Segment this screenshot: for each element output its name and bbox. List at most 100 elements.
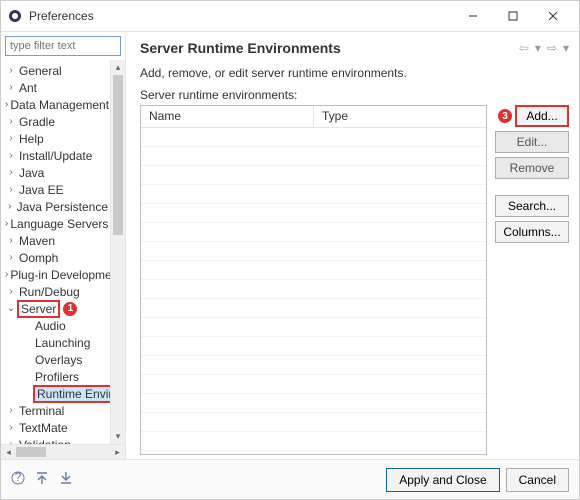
tree-item[interactable]: ›Run/Debug: [1, 283, 110, 300]
chevron-right-icon[interactable]: ›: [5, 65, 17, 76]
preferences-window: Preferences ›General›Ant›Data Management…: [0, 0, 580, 500]
export-icon[interactable]: [59, 471, 73, 488]
tree-item[interactable]: ›Java EE: [1, 181, 110, 198]
minimize-button[interactable]: [453, 2, 493, 30]
cancel-button[interactable]: Cancel: [506, 468, 569, 492]
tree-item[interactable]: ›Validation: [1, 436, 110, 444]
tree-child-item[interactable]: Runtime Envir2: [1, 385, 110, 402]
scroll-left-icon[interactable]: ◂: [1, 447, 16, 458]
tree-child-item[interactable]: Overlays: [1, 351, 110, 368]
chevron-right-icon[interactable]: ›: [5, 82, 17, 93]
tree-item[interactable]: ›Plug-in Development: [1, 266, 110, 283]
column-type[interactable]: Type: [314, 106, 486, 127]
tree-item-label: Runtime Envir: [33, 385, 110, 403]
tree-item[interactable]: ›Oomph: [1, 249, 110, 266]
close-button[interactable]: [533, 2, 573, 30]
chevron-right-icon[interactable]: ›: [5, 235, 17, 246]
sidebar: ›General›Ant›Data Management›Gradle›Help…: [1, 32, 126, 459]
chevron-right-icon[interactable]: ›: [5, 167, 17, 178]
tree-item-label: Java: [17, 166, 46, 180]
columns-button[interactable]: Columns...: [495, 221, 569, 243]
toolbar-menu-icon[interactable]: ▾: [563, 41, 569, 55]
tree-item-label: Language Servers: [8, 217, 110, 231]
tree-item-label: Gradle: [17, 115, 57, 129]
list-label: Server runtime environments:: [140, 88, 569, 102]
remove-button: Remove: [495, 157, 569, 179]
chevron-right-icon[interactable]: ›: [5, 286, 17, 297]
tree-item[interactable]: ⌄Server1: [1, 300, 110, 317]
tree-horizontal-scrollbar[interactable]: ◂ ▸: [1, 444, 125, 459]
tree-item[interactable]: ›General: [1, 62, 110, 79]
search-button[interactable]: Search...: [495, 195, 569, 217]
tree-item-label: TextMate: [17, 421, 70, 435]
page-description: Add, remove, or edit server runtime envi…: [140, 66, 569, 80]
forward-icon[interactable]: ⇨: [547, 41, 557, 55]
tree-item-label: Java EE: [17, 183, 66, 197]
tree-item-label: General: [17, 64, 64, 78]
tree-item[interactable]: ›Java Persistence: [1, 198, 110, 215]
tree-child-item[interactable]: Launching: [1, 334, 110, 351]
svg-text:?: ?: [15, 471, 22, 484]
tree-item-label: Overlays: [33, 353, 84, 367]
scroll-down-icon[interactable]: ▾: [111, 429, 125, 444]
tree-item-label: Plug-in Development: [8, 268, 110, 282]
tree-item-label: Run/Debug: [17, 285, 82, 299]
tree-item-label: Ant: [17, 81, 39, 95]
preferences-tree[interactable]: ›General›Ant›Data Management›Gradle›Help…: [1, 60, 110, 444]
page-toolbar: ⇦ ▾ ⇨ ▾: [519, 41, 569, 55]
column-name[interactable]: Name: [141, 106, 314, 127]
chevron-right-icon[interactable]: ›: [5, 201, 15, 212]
chevron-right-icon[interactable]: ›: [5, 405, 17, 416]
apply-and-close-button[interactable]: Apply and Close: [386, 468, 499, 492]
tree-vertical-scrollbar[interactable]: ▴ ▾: [110, 60, 125, 444]
back-icon[interactable]: ⇦: [519, 41, 529, 55]
tree-item[interactable]: ›Terminal: [1, 402, 110, 419]
tree-item[interactable]: ›Java: [1, 164, 110, 181]
tree-item[interactable]: ›TextMate: [1, 419, 110, 436]
history-menu-icon[interactable]: ▾: [535, 41, 541, 55]
import-icon[interactable]: [35, 471, 49, 488]
table-header: Name Type: [141, 106, 486, 128]
chevron-right-icon[interactable]: ›: [5, 184, 17, 195]
window-title: Preferences: [29, 9, 453, 23]
filter-box: [5, 36, 121, 56]
tree-child-item[interactable]: Profilers: [1, 368, 110, 385]
main-panel: Server Runtime Environments ⇦ ▾ ⇨ ▾ Add,…: [126, 32, 579, 459]
tree-item[interactable]: ›Help: [1, 130, 110, 147]
tree-item[interactable]: ›Ant: [1, 79, 110, 96]
tree-child-item[interactable]: Audio: [1, 317, 110, 334]
chevron-down-icon[interactable]: ⌄: [5, 303, 17, 314]
edit-button: Edit...: [495, 131, 569, 153]
chevron-right-icon[interactable]: ›: [5, 133, 17, 144]
dialog-body: ›General›Ant›Data Management›Gradle›Help…: [1, 31, 579, 459]
tree-item[interactable]: ›Install/Update: [1, 147, 110, 164]
tree-item[interactable]: ›Gradle: [1, 113, 110, 130]
tree-item-label: Server: [17, 300, 60, 318]
help-icon[interactable]: ?: [11, 471, 25, 488]
chevron-right-icon[interactable]: ›: [5, 252, 17, 263]
tree-item-label: Java Persistence: [15, 200, 110, 214]
chevron-right-icon[interactable]: ›: [5, 422, 17, 433]
tree-item[interactable]: ›Data Management: [1, 96, 110, 113]
runtime-table[interactable]: Name Type: [140, 105, 487, 455]
scroll-up-icon[interactable]: ▴: [111, 60, 125, 75]
tree-item-label: Install/Update: [17, 149, 94, 163]
tree-item-label: Terminal: [17, 404, 66, 418]
tree-item[interactable]: ›Language Servers: [1, 215, 110, 232]
add-button[interactable]: Add...: [515, 105, 569, 127]
tree-item-label: Maven: [17, 234, 57, 248]
tree-item-label: Oomph: [17, 251, 60, 265]
titlebar: Preferences: [1, 1, 579, 31]
table-body: [141, 128, 486, 454]
scroll-thumb[interactable]: [113, 75, 123, 235]
filter-input[interactable]: [5, 36, 121, 56]
chevron-right-icon[interactable]: ›: [5, 116, 17, 127]
maximize-button[interactable]: [493, 2, 533, 30]
annotation-badge-3: 3: [498, 109, 512, 123]
hscroll-thumb[interactable]: [16, 447, 46, 457]
chevron-right-icon[interactable]: ›: [5, 150, 17, 161]
tree-item-label: Launching: [33, 336, 92, 350]
tree-item-label: Help: [17, 132, 46, 146]
tree-item[interactable]: ›Maven: [1, 232, 110, 249]
scroll-right-icon[interactable]: ▸: [110, 447, 125, 458]
